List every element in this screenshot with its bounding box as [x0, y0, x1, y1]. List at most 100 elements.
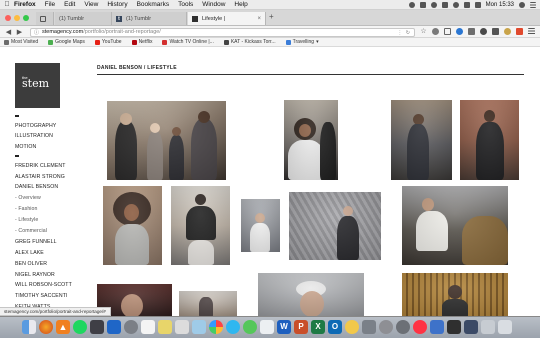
downloads-icon[interactable]: [468, 28, 475, 35]
new-tab-button[interactable]: +: [269, 12, 274, 21]
menu-tools[interactable]: Tools: [178, 1, 193, 8]
photo-thumbnail[interactable]: [402, 273, 508, 317]
zoom-window-button[interactable]: [23, 15, 29, 21]
nav-photography[interactable]: PHOTOGRAPHY: [15, 121, 95, 132]
photo-thumbnail[interactable]: [107, 101, 226, 180]
time-machine-icon[interactable]: [430, 2, 437, 8]
tab-tumblr-2[interactable]: t (1) Tumblr: [112, 12, 187, 25]
bookmark-netflix[interactable]: Netflix: [131, 39, 152, 45]
launchpad-icon[interactable]: [362, 320, 376, 334]
nav-illustration[interactable]: ILLUSTRATION: [15, 131, 95, 142]
firefox-icon[interactable]: [39, 320, 53, 334]
reload-icon[interactable]: ⋮ ↻: [397, 29, 411, 36]
tab-pinned[interactable]: [36, 12, 54, 25]
bookmark-star-icon[interactable]: ☆: [420, 28, 427, 35]
close-tab-icon[interactable]: ×: [257, 16, 261, 22]
site-info-icon[interactable]: ⓘ: [34, 29, 39, 36]
url-bar[interactable]: ⓘ stemagency.com /portfolio/portrait-and…: [30, 27, 415, 37]
clock[interactable]: Mon 15:33: [486, 2, 514, 8]
forward-icon[interactable]: ▶: [14, 28, 25, 36]
tab-lifestyle[interactable]: Lifestyle | ×: [188, 12, 266, 25]
screenshot-icon[interactable]: [492, 28, 499, 35]
nav-overview[interactable]: - Overview: [15, 193, 95, 204]
menu-history[interactable]: History: [107, 1, 127, 8]
bookmark-travelling[interactable]: Travelling ▾: [285, 39, 319, 45]
terminal-icon[interactable]: [90, 320, 104, 334]
spotlight-icon[interactable]: [519, 2, 525, 8]
finder-icon[interactable]: [22, 320, 36, 334]
nav-lifestyle[interactable]: - Lifestyle: [15, 215, 95, 226]
battery-icon[interactable]: [474, 2, 481, 8]
display-icon[interactable]: [419, 2, 426, 8]
downloads-folder-icon[interactable]: [481, 320, 495, 334]
nav-greg-funnell[interactable]: GREG FUNNELL: [15, 237, 95, 248]
vlc-icon[interactable]: ▲: [56, 320, 70, 334]
messages-icon[interactable]: [226, 320, 240, 334]
extension-icon[interactable]: [456, 28, 463, 35]
bookmark-youtube[interactable]: YouTube: [94, 39, 122, 45]
itunes-icon[interactable]: [396, 320, 410, 334]
spotify-icon[interactable]: [73, 320, 87, 334]
bookmark-watch-tv[interactable]: Watch TV Online |...: [162, 39, 214, 45]
menu-edit[interactable]: Edit: [64, 1, 75, 8]
powerpoint-icon[interactable]: P: [294, 320, 308, 334]
volume-icon[interactable]: [463, 2, 470, 8]
notification-center-icon[interactable]: [530, 2, 536, 8]
nav-will-robson-scott[interactable]: WILL ROBSON-SCOTT: [15, 280, 95, 291]
menu-app-name[interactable]: Firefox: [14, 1, 36, 8]
stem-logo[interactable]: the stem: [15, 63, 60, 108]
nav-fashion[interactable]: - Fashion: [15, 204, 95, 215]
close-window-button[interactable]: [5, 15, 11, 21]
app-store-icon[interactable]: [124, 320, 138, 334]
pocket-icon[interactable]: [480, 28, 487, 35]
hamburger-menu-icon[interactable]: [528, 28, 535, 35]
bookmark-kat[interactable]: KAT - Kickass Torr...: [223, 39, 276, 45]
nav-commercial[interactable]: - Commercial: [15, 226, 95, 237]
activity-monitor-icon[interactable]: [447, 320, 461, 334]
system-preferences-icon[interactable]: [379, 320, 393, 334]
photo-thumbnail[interactable]: [241, 199, 280, 252]
ublock-icon[interactable]: [516, 28, 523, 35]
nav-daniel-benson[interactable]: DANIEL BENSON: [15, 182, 95, 193]
trash-icon[interactable]: [498, 320, 512, 334]
nav-timothy-saccenti[interactable]: TIMOTHY SACCENTI: [15, 291, 95, 302]
preview-icon[interactable]: [192, 320, 206, 334]
photo-thumbnail[interactable]: [289, 192, 381, 260]
tab-tumblr-1[interactable]: (1) Tumblr: [55, 12, 112, 25]
outlook-icon[interactable]: O: [328, 320, 342, 334]
minimize-window-button[interactable]: [14, 15, 20, 21]
nav-nigel-raynor[interactable]: NIGEL RAYNOR: [15, 270, 95, 281]
wifi-icon[interactable]: [452, 2, 459, 8]
photos-icon[interactable]: [209, 320, 223, 334]
photo-thumbnail[interactable]: [103, 186, 162, 265]
menu-view[interactable]: View: [84, 1, 98, 8]
skype-icon[interactable]: [430, 320, 444, 334]
calendar-icon[interactable]: [141, 320, 155, 334]
nav-alex-lake[interactable]: ALEX LAKE: [15, 248, 95, 259]
filezilla-icon[interactable]: [345, 320, 359, 334]
photo-thumbnail[interactable]: [402, 186, 508, 265]
screen-icon[interactable]: [464, 320, 478, 334]
photo-thumbnail[interactable]: [171, 186, 230, 265]
nav-ben-oliver[interactable]: BEN OLIVER: [15, 259, 95, 270]
maps-icon[interactable]: [260, 320, 274, 334]
nav-alastair-strong[interactable]: ALASTAIR STRONG: [15, 172, 95, 183]
word-icon[interactable]: W: [277, 320, 291, 334]
back-icon[interactable]: ◀: [3, 28, 14, 36]
reminders-icon[interactable]: [175, 320, 189, 334]
menu-window[interactable]: Window: [202, 1, 225, 8]
addon-icon[interactable]: [504, 28, 511, 35]
notes-icon[interactable]: [158, 320, 172, 334]
bluetooth-icon[interactable]: [441, 2, 448, 8]
bookmark-google-maps[interactable]: Google Maps: [48, 39, 85, 45]
bookmark-most-visited[interactable]: Most Visited: [4, 39, 38, 45]
dropbox-icon[interactable]: [408, 2, 415, 8]
nav-fredrik-clement[interactable]: FREDRIK CLEMENT: [15, 161, 95, 172]
apple-icon[interactable]: : [0, 1, 14, 8]
facetime-icon[interactable]: [243, 320, 257, 334]
photo-thumbnail[interactable]: [258, 273, 364, 317]
reader-icon[interactable]: [432, 28, 439, 35]
photo-thumbnail[interactable]: [460, 100, 519, 180]
library-icon[interactable]: [444, 28, 451, 35]
photo-thumbnail[interactable]: [179, 291, 237, 317]
